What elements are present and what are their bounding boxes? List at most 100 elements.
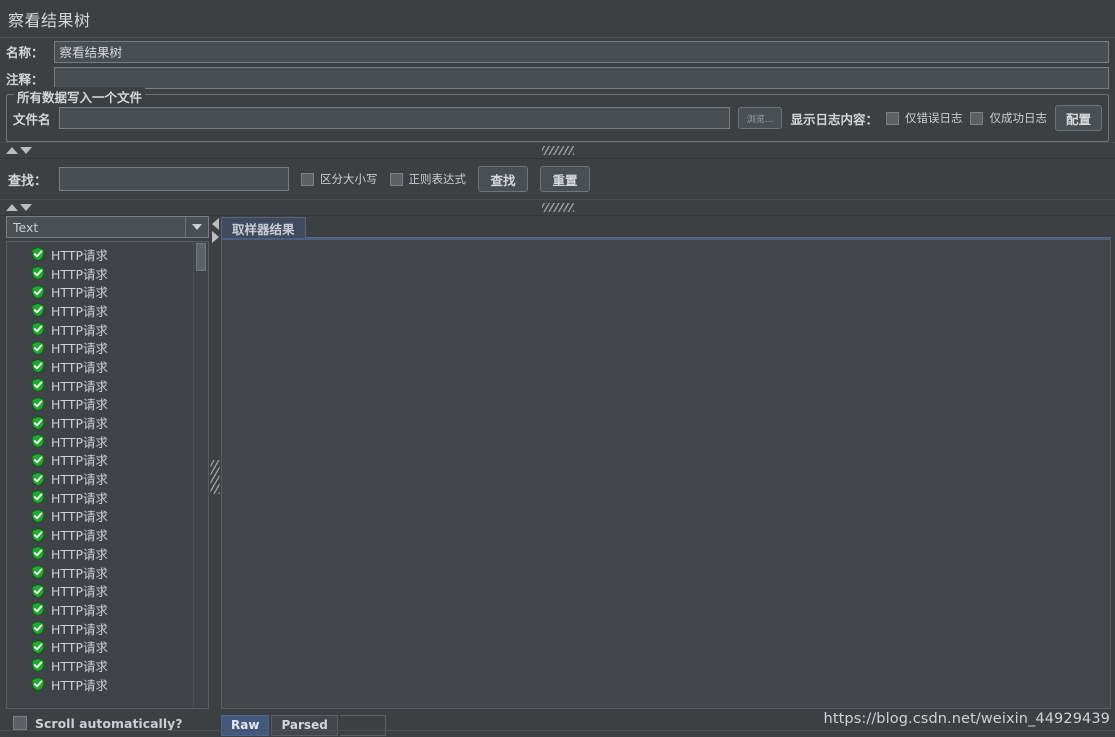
tree-item[interactable]: HTTP请求 [7, 245, 193, 264]
tree-item[interactable]: HTTP请求 [7, 544, 193, 563]
tree-item-label: HTTP请求 [51, 509, 108, 525]
comment-input[interactable] [53, 67, 1109, 89]
tree-item-label: HTTP请求 [51, 285, 108, 301]
tree-item[interactable]: HTTP请求 [7, 581, 193, 600]
results-tree-scroll-thumb[interactable] [196, 243, 206, 271]
tree-item-label: HTTP请求 [51, 565, 108, 581]
tree-item[interactable]: HTTP请求 [7, 656, 193, 675]
successes-only-checkbox-wrap[interactable]: 仅成功日志 [970, 110, 1047, 126]
tree-item[interactable]: HTTP请求 [7, 395, 193, 414]
tree-item[interactable]: HTTP请求 [7, 600, 193, 619]
collapse-strip-top[interactable] [0, 142, 1115, 159]
results-tree[interactable]: HTTP请求 HTTP请求 HTTP请求 HTTP请求 HTTP请求 HTTP请求 HTTP… [7, 242, 193, 708]
chevron-down-icon [192, 224, 202, 230]
tree-item[interactable]: HTTP请求 [7, 451, 193, 470]
errors-only-checkbox[interactable] [885, 111, 899, 125]
collapse-up-icon[interactable] [6, 147, 18, 154]
scroll-automatically-row[interactable]: Scroll automatically? [6, 709, 209, 737]
success-shield-icon [31, 565, 45, 580]
tree-item[interactable]: HTTP请求 [7, 413, 193, 432]
tree-item[interactable]: HTTP请求 [7, 507, 193, 526]
tree-item-label: HTTP请求 [51, 640, 108, 656]
configure-button[interactable]: 配置 [1054, 105, 1102, 131]
tree-item[interactable]: HTTP请求 [7, 376, 193, 395]
collapse-down-icon-2[interactable] [20, 204, 32, 211]
sampler-result-tabstrip: 取样器结果 [221, 216, 1111, 240]
comment-label: 注释： [6, 71, 44, 87]
chevron-right-icon[interactable] [211, 231, 219, 243]
success-shield-icon [31, 658, 45, 673]
tree-item[interactable]: HTTP请求 [7, 301, 193, 320]
collapse-strip-search[interactable] [0, 199, 1115, 216]
scroll-automatically-checkbox[interactable] [13, 716, 27, 730]
success-shield-icon [31, 434, 45, 449]
success-shield-icon [31, 471, 45, 486]
success-shield-icon [31, 340, 45, 355]
name-label: 名称： [6, 45, 44, 60]
tree-item-label: HTTP请求 [51, 490, 108, 506]
tree-item[interactable]: HTTP请求 [7, 264, 193, 283]
errors-only-checkbox-wrap[interactable]: 仅错误日志 [885, 110, 963, 126]
tree-item[interactable]: HTTP请求 [7, 563, 193, 582]
regexp-checkbox[interactable] [389, 172, 403, 186]
filename-label: 文件名 [13, 111, 51, 127]
splitter-grip-top-icon[interactable] [541, 146, 574, 155]
vertical-splitter[interactable] [209, 216, 221, 737]
browse-button[interactable]: 浏览... [737, 107, 783, 129]
tree-item[interactable]: HTTP请求 [7, 357, 193, 376]
results-split-pane: Text HTTP请求 HTTP请求 HTTP请求 HTTP请求 HTTP请求 HTTP请… [0, 216, 1115, 737]
regexp-checkbox-wrap[interactable]: 正则表达式 [389, 171, 466, 187]
success-shield-icon [31, 602, 45, 617]
view-results-tree-window: 察看结果树 名称： 注释： 所有数据写入一个文件 文件名 浏览... 显示日志内… [0, 0, 1115, 737]
filename-input[interactable] [58, 107, 730, 129]
tree-item[interactable]: HTTP请求 [7, 320, 193, 339]
search-input[interactable] [59, 167, 290, 191]
scroll-automatically-label: Scroll automatically? [35, 715, 183, 731]
success-shield-icon [31, 509, 45, 524]
collapse-down-icon[interactable] [20, 147, 32, 154]
successes-only-checkbox[interactable] [970, 111, 984, 125]
tab-sampler-result[interactable]: 取样器结果 [221, 217, 306, 238]
success-shield-icon [31, 396, 45, 411]
bottom-tab-raw[interactable]: Raw [221, 714, 270, 736]
tree-item-label: HTTP请求 [51, 416, 108, 432]
tree-item-label: HTTP请求 [51, 378, 108, 394]
name-row: 名称： [0, 38, 1115, 65]
case-sensitive-checkbox-wrap[interactable]: 区分大小写 [301, 171, 378, 187]
tree-item[interactable]: HTTP请求 [7, 488, 193, 507]
reset-button[interactable]: 重置 [540, 166, 591, 192]
tree-item-label: HTTP请求 [51, 546, 108, 562]
splitter-grip-search-icon[interactable] [541, 203, 574, 212]
collapse-arrows-top[interactable] [6, 147, 32, 154]
write-results-to-file-group: 所有数据写入一个文件 文件名 浏览... 显示日志内容： 仅错误日志 仅成功日志… [6, 87, 1109, 142]
tree-item-label: HTTP请求 [51, 322, 108, 338]
tree-item[interactable]: HTTP请求 [7, 619, 193, 638]
sampler-result-content[interactable] [221, 240, 1111, 709]
renderer-combo-arrow[interactable] [185, 217, 208, 237]
name-input[interactable] [53, 40, 1109, 63]
search-button[interactable]: 查找 [478, 166, 529, 192]
collapse-up-icon-2[interactable] [6, 204, 18, 211]
watermark-url: https://blog.csdn.net/weixin_44929439 [820, 710, 1113, 728]
bottom-tab-parsed[interactable]: Parsed [271, 714, 338, 736]
results-tree-scrollbar[interactable] [193, 242, 208, 708]
splitter-grip-vertical-icon[interactable] [210, 459, 220, 494]
errors-only-label: 仅错误日志 [904, 111, 963, 125]
case-sensitive-checkbox[interactable] [301, 172, 315, 186]
collapse-arrows-search[interactable] [6, 204, 32, 211]
chevron-left-icon[interactable] [211, 218, 219, 230]
tree-item-label: HTTP请求 [51, 528, 108, 544]
tree-item[interactable]: HTTP请求 [7, 338, 193, 357]
success-shield-icon [31, 415, 45, 430]
renderer-combo[interactable]: Text [6, 216, 209, 238]
tree-item[interactable]: HTTP请求 [7, 637, 193, 656]
tree-item[interactable]: HTTP请求 [7, 282, 193, 301]
tree-item[interactable]: HTTP请求 [7, 525, 193, 544]
tree-item[interactable]: HTTP请求 [7, 432, 193, 451]
splitter-arrows[interactable] [211, 218, 219, 243]
results-right-pane: 取样器结果 Raw Parsed [221, 216, 1111, 737]
search-row: 查找： 区分大小写 正则表达式 查找 重置 [0, 159, 1115, 199]
tree-item[interactable]: HTTP请求 [7, 675, 193, 694]
tree-item[interactable]: HTTP请求 [7, 469, 193, 488]
success-shield-icon [31, 639, 45, 654]
